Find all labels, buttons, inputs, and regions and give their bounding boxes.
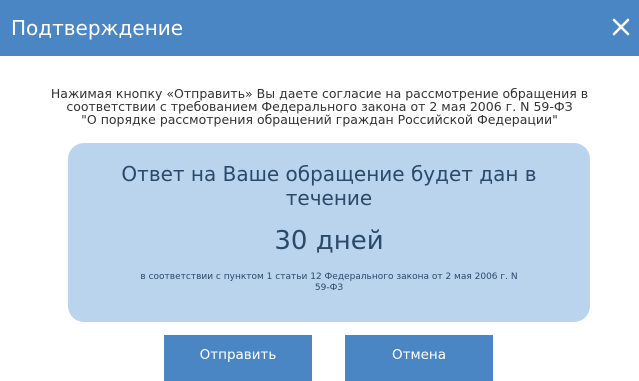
legal-footnote-line: в соответствии с пунктом 1 статьи 12 Фед… xyxy=(140,272,518,282)
response-days: 30 дней xyxy=(274,226,384,256)
close-icon[interactable] xyxy=(609,15,633,39)
consent-notice: Нажимая кнопку «Отправить» Вы даете согл… xyxy=(20,87,619,126)
send-button[interactable]: Отправить xyxy=(164,335,312,381)
legal-footnote-line: 59-ФЗ xyxy=(314,283,344,293)
response-time-box: Ответ на Ваше обращение будет дан в тече… xyxy=(68,143,590,322)
response-headline-line: Ответ на Ваше обращение будет дан в xyxy=(121,162,537,186)
dialog-title: Подтверждение xyxy=(11,16,184,40)
consent-notice-line: "О порядке рассмотрения обращений гражда… xyxy=(81,112,558,127)
response-headline: Ответ на Ваше обращение будет дан в тече… xyxy=(68,162,590,210)
confirmation-dialog: Подтверждение Нажимая кнопку «Отправить»… xyxy=(0,0,639,381)
cancel-button[interactable]: Отмена xyxy=(345,335,493,381)
response-headline-line: течение xyxy=(285,186,373,210)
legal-footnote: в соответствии с пунктом 1 статьи 12 Фед… xyxy=(88,272,570,294)
dialog-titlebar: Подтверждение xyxy=(0,0,639,56)
